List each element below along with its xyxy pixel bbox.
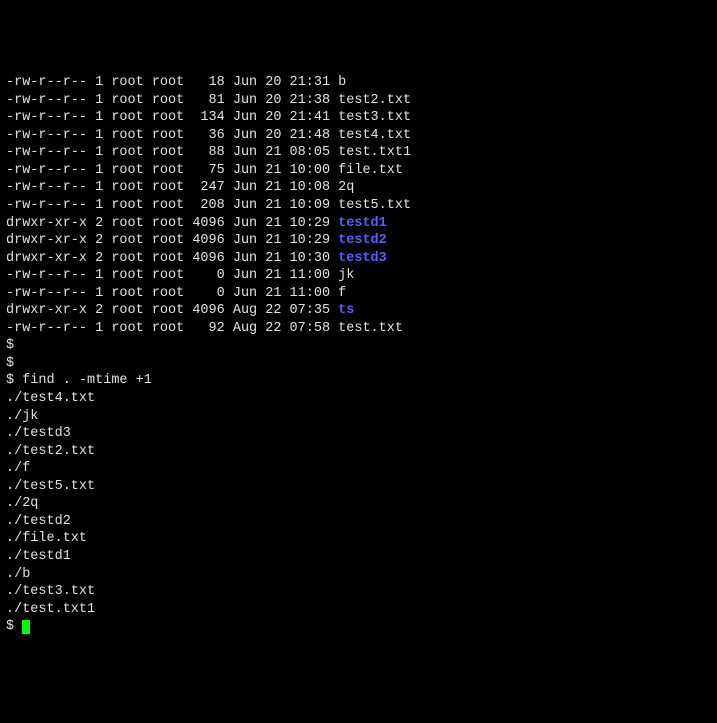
command-line: $ find . -mtime +1 — [6, 372, 711, 390]
ls-row: -rw-r--r-- 1 root root 75 Jun 21 10:00 f… — [6, 162, 711, 180]
ls-row: -rw-r--r-- 1 root root 134 Jun 20 21:41 … — [6, 109, 711, 127]
ls-row: -rw-r--r-- 1 root root 92 Aug 22 07:58 t… — [6, 320, 711, 338]
ls-row: -rw-r--r-- 1 root root 81 Jun 20 21:38 t… — [6, 92, 711, 110]
find-result: ./test5.txt — [6, 478, 711, 496]
ls-row-name: jk — [338, 268, 354, 283]
ls-row-name: test5.txt — [338, 198, 411, 213]
ls-row-meta: drwxr-xr-x 2 root root 4096 Aug 22 07:35 — [6, 303, 338, 318]
ls-row: -rw-r--r-- 1 root root 247 Jun 21 10:08 … — [6, 179, 711, 197]
ls-row: drwxr-xr-x 2 root root 4096 Aug 22 07:35… — [6, 302, 711, 320]
find-result: ./b — [6, 566, 711, 584]
ls-row-name: testd2 — [338, 233, 387, 248]
find-result: ./testd1 — [6, 548, 711, 566]
ls-row-meta: -rw-r--r-- 1 root root 18 Jun 20 21:31 — [6, 75, 338, 90]
ls-row-meta: -rw-r--r-- 1 root root 75 Jun 21 10:00 — [6, 163, 338, 178]
find-result: ./test4.txt — [6, 390, 711, 408]
ls-row-meta: -rw-r--r-- 1 root root 88 Jun 21 08:05 — [6, 145, 338, 160]
ls-row: -rw-r--r-- 1 root root 36 Jun 20 21:48 t… — [6, 127, 711, 145]
ls-row-name: 2q — [338, 180, 354, 195]
ls-row-name: ts — [338, 303, 354, 318]
find-result: ./test2.txt — [6, 443, 711, 461]
ls-row-name: test.txt — [338, 321, 403, 336]
ls-row-name: file.txt — [338, 163, 403, 178]
find-result: ./test3.txt — [6, 583, 711, 601]
ls-row-meta: drwxr-xr-x 2 root root 4096 Jun 21 10:29 — [6, 216, 338, 231]
ls-row: drwxr-xr-x 2 root root 4096 Jun 21 10:30… — [6, 250, 711, 268]
command-text: find . -mtime +1 — [22, 373, 152, 388]
terminal-output[interactable]: -rw-r--r-- 1 root root 18 Jun 20 21:31 b… — [6, 74, 711, 636]
prompt-symbol: $ — [6, 373, 22, 388]
ls-row-name: test.txt1 — [338, 145, 411, 160]
ls-row: -rw-r--r-- 1 root root 0 Jun 21 11:00 f — [6, 285, 711, 303]
prompt-symbol: $ — [6, 619, 22, 634]
ls-row: drwxr-xr-x 2 root root 4096 Jun 21 10:29… — [6, 215, 711, 233]
find-result: ./file.txt — [6, 530, 711, 548]
prompt-line-active[interactable]: $ — [6, 618, 711, 636]
ls-row-meta: -rw-r--r-- 1 root root 247 Jun 21 10:08 — [6, 180, 338, 195]
ls-row-meta: -rw-r--r-- 1 root root 92 Aug 22 07:58 — [6, 321, 338, 336]
ls-row: -rw-r--r-- 1 root root 0 Jun 21 11:00 jk — [6, 267, 711, 285]
find-result: ./2q — [6, 495, 711, 513]
ls-row-name: test3.txt — [338, 110, 411, 125]
ls-row-name: test4.txt — [338, 128, 411, 143]
ls-row-meta: -rw-r--r-- 1 root root 0 Jun 21 11:00 — [6, 286, 338, 301]
find-result: ./testd2 — [6, 513, 711, 531]
find-result: ./test.txt1 — [6, 601, 711, 619]
ls-row-meta: drwxr-xr-x 2 root root 4096 Jun 21 10:29 — [6, 233, 338, 248]
ls-row-name: b — [338, 75, 346, 90]
ls-row: -rw-r--r-- 1 root root 208 Jun 21 10:09 … — [6, 197, 711, 215]
ls-row: -rw-r--r-- 1 root root 88 Jun 21 08:05 t… — [6, 144, 711, 162]
find-result: ./f — [6, 460, 711, 478]
ls-row: drwxr-xr-x 2 root root 4096 Jun 21 10:29… — [6, 232, 711, 250]
ls-row-meta: -rw-r--r-- 1 root root 36 Jun 20 21:48 — [6, 128, 338, 143]
prompt-line: $ — [6, 355, 711, 373]
ls-row-meta: drwxr-xr-x 2 root root 4096 Jun 21 10:30 — [6, 251, 338, 266]
ls-row-name: test2.txt — [338, 93, 411, 108]
cursor-icon — [22, 620, 30, 634]
ls-row: -rw-r--r-- 1 root root 18 Jun 20 21:31 b — [6, 74, 711, 92]
find-result: ./jk — [6, 408, 711, 426]
ls-row-name: testd1 — [338, 216, 387, 231]
ls-row-name: f — [338, 286, 346, 301]
ls-row-meta: -rw-r--r-- 1 root root 81 Jun 20 21:38 — [6, 93, 338, 108]
prompt-line: $ — [6, 337, 711, 355]
find-result: ./testd3 — [6, 425, 711, 443]
ls-row-name: testd3 — [338, 251, 387, 266]
ls-row-meta: -rw-r--r-- 1 root root 134 Jun 20 21:41 — [6, 110, 338, 125]
ls-row-meta: -rw-r--r-- 1 root root 208 Jun 21 10:09 — [6, 198, 338, 213]
ls-row-meta: -rw-r--r-- 1 root root 0 Jun 21 11:00 — [6, 268, 338, 283]
